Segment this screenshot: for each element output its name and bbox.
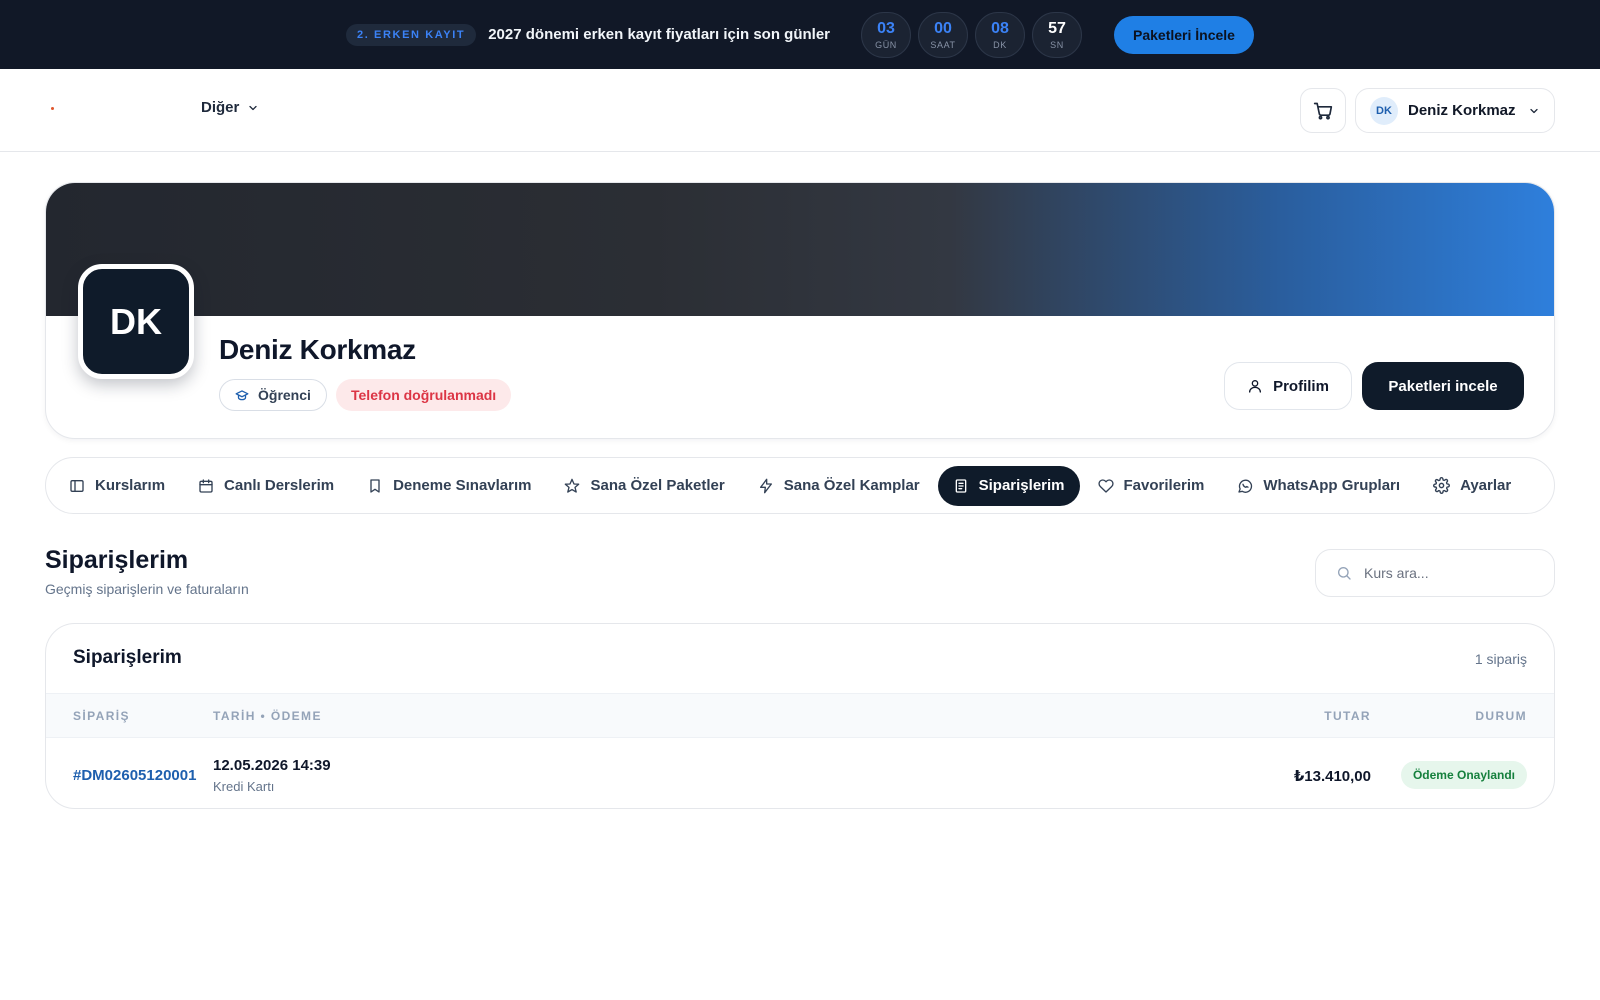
receipt-icon [955,478,966,493]
my-profile-button[interactable]: Profilim [1224,362,1352,410]
tab-orders-label: Siparişlerim [978,477,1065,494]
tab-whatsapp-groups-label: WhatsApp Grupları [1263,477,1401,494]
column-amount: TUTAR [1324,709,1371,723]
user-icon [1249,380,1262,393]
tab-favorites[interactable]: Favorilerim [1083,466,1220,506]
column-order: SİPARİŞ [73,709,130,723]
page-subtitle: Geçmiş siparişlerin ve faturaların [45,581,249,597]
profile-name: Deniz Korkmaz [219,334,416,365]
order-payment-method: Kredi Kartı [213,779,275,794]
profile-tabs: Kurslarım Canlı Derslerim Deneme Sınavla… [45,457,1555,514]
orders-count: 1 sipariş [1474,651,1527,667]
orders-card: Siparişlerim 1 sipariş SİPARİŞ TARİH • Ö… [45,623,1555,809]
main-navigation: Diğer DK Deniz Korkmaz [0,69,1600,152]
countdown-minutes-value: 08 [991,19,1009,37]
whatsapp-icon [1238,479,1253,493]
chevron-down-icon [249,105,257,110]
book-icon [70,479,84,492]
chevron-down-icon [1529,108,1538,113]
profile-cover [46,183,1554,316]
search-box [1315,549,1555,597]
tab-special-packages[interactable]: Sana Özel Paketler [549,466,739,506]
column-date-payment: TARİH • ÖDEME [213,709,322,723]
review-packages-button[interactable]: Paketleri incele [1362,362,1524,410]
countdown-seconds: 57 SN [1032,11,1083,58]
early-registration-badge: 2. ERKEN KAYIT [346,23,477,46]
tab-mock-exams-label: Deneme Sınavlarım [393,477,532,494]
table-row[interactable]: #DM02605120001 12.05.2026 14:39 Kredi Ka… [46,738,1554,808]
orders-table-header: SİPARİŞ TARİH • ÖDEME TUTAR DURUM [46,693,1554,738]
tab-mock-exams[interactable]: Deneme Sınavlarım [352,466,546,506]
phone-unverified-badge: Telefon doğrulanmadı [336,379,512,411]
role-badge-label: Öğrenci [258,387,311,403]
review-packages-top-button[interactable]: Paketleri İncele [1114,15,1254,54]
nav-more-dropdown[interactable]: Diğer [201,99,259,116]
countdown-days-label: GÜN [875,39,897,50]
tab-special-camps-label: Sana Özel Kamplar [783,477,920,494]
tab-live-lessons[interactable]: Canlı Derslerim [183,466,349,506]
page-title: Siparişlerim [45,546,189,574]
status-badge: Ödeme Onaylandı [1400,761,1527,789]
avatar: DK [1370,96,1398,125]
countdown-seconds-label: SN [1050,39,1064,50]
my-profile-label: Profilim [1273,377,1329,395]
user-name: Deniz Korkmaz [1408,102,1516,119]
tab-orders[interactable]: Siparişlerim [937,465,1080,506]
tab-whatsapp-groups[interactable]: WhatsApp Grupları [1222,466,1415,506]
bookmark-icon [370,478,380,493]
search-input[interactable] [1364,565,1534,581]
announcement-text: 2027 dönemi erken kayıt fiyatları için s… [488,26,831,43]
heart-icon [1097,478,1114,493]
countdown-hours-label: SAAT [930,39,956,50]
tab-special-packages-label: Sana Özel Paketler [590,477,725,494]
order-date: 12.05.2026 14:39 [213,757,331,774]
tab-live-lessons-label: Canlı Derslerim [224,477,335,494]
tab-special-camps[interactable]: Sana Özel Kamplar [743,466,935,506]
cart-icon [1313,102,1333,120]
countdown-timer: 03 GÜN 00 SAAT 08 DK 57 SN [861,11,1089,58]
announcement-content: 2. ERKEN KAYIT 2027 dönemi erken kayıt f… [346,11,1254,58]
cart-button[interactable] [1300,88,1346,133]
gear-icon [1433,477,1450,494]
order-id-link[interactable]: #DM02605120001 [73,767,196,784]
countdown-hours: 00 SAAT [918,11,969,58]
star-icon [565,478,580,493]
lightning-icon [759,478,772,493]
user-menu-button[interactable]: DK Deniz Korkmaz [1355,88,1555,133]
countdown-minutes: 08 DK [975,11,1026,58]
countdown-minutes-label: DK [993,39,1007,50]
tab-favorites-label: Favorilerim [1123,477,1205,494]
countdown-days: 03 GÜN [861,11,912,58]
search-icon [1338,567,1351,580]
order-amount: ₺13.410,00 [1293,768,1371,785]
column-status: DURUM [1475,709,1527,723]
tab-settings-label: Ayarlar [1460,477,1512,494]
logo[interactable] [51,107,54,110]
tab-courses[interactable]: Kurslarım [54,466,180,506]
role-badge: Öğrenci [219,379,327,411]
tab-courses-label: Kurslarım [95,477,166,494]
countdown-seconds-value: 57 [1048,19,1066,37]
countdown-hours-value: 00 [934,19,952,37]
countdown-days-value: 03 [877,19,895,37]
graduation-cap-icon [235,390,249,401]
calendar-icon [199,478,213,493]
announcement-bar: 2. ERKEN KAYIT 2027 dönemi erken kayıt f… [0,0,1600,69]
profile-avatar: DK [78,264,194,379]
orders-card-title: Siparişlerim [73,647,182,668]
tab-settings[interactable]: Ayarlar [1418,466,1526,506]
nav-more-label: Diğer [201,99,240,116]
